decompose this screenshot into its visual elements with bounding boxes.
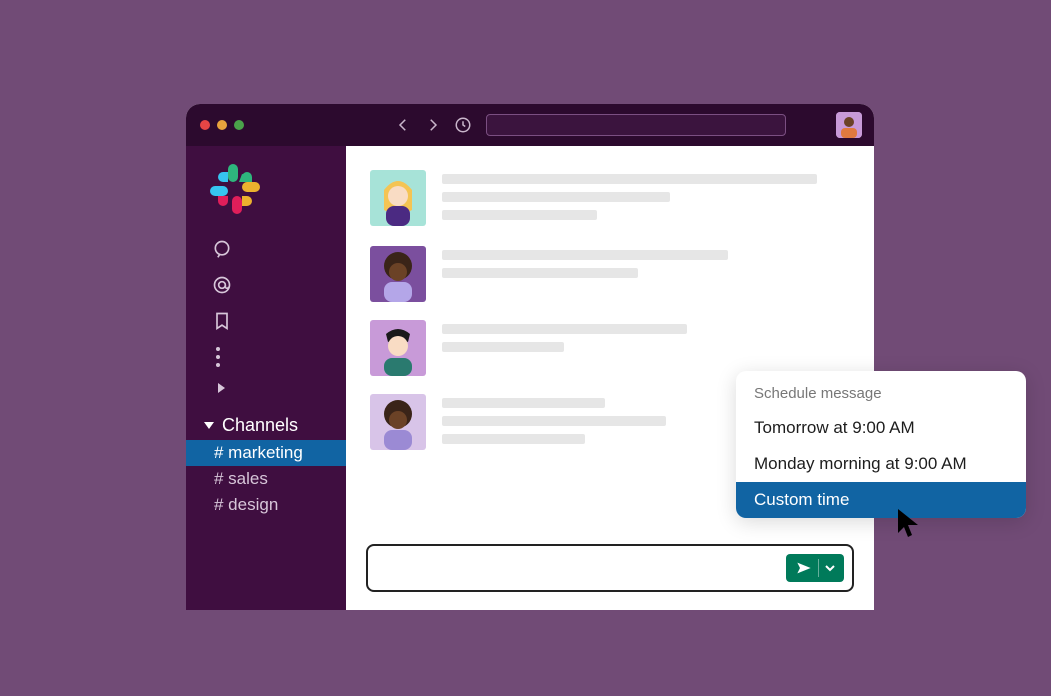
back-icon[interactable] <box>394 116 412 134</box>
schedule-option-tomorrow[interactable]: Tomorrow at 9:00 AM <box>736 410 1026 446</box>
message-item <box>370 246 850 302</box>
avatar[interactable] <box>370 320 426 376</box>
popup-title: Schedule message <box>736 383 1026 410</box>
message-pane: Schedule message Tomorrow at 9:00 AM Mon… <box>346 146 874 610</box>
forward-icon[interactable] <box>424 116 442 134</box>
message-item <box>370 320 850 376</box>
chevron-down-icon[interactable] <box>825 564 835 572</box>
schedule-option-monday[interactable]: Monday morning at 9:00 AM <box>736 446 1026 482</box>
window-controls <box>200 120 244 130</box>
schedule-message-popup: Schedule message Tomorrow at 9:00 AM Mon… <box>736 371 1026 518</box>
section-label: Channels <box>222 415 298 436</box>
message-composer[interactable] <box>366 544 854 592</box>
search-input[interactable] <box>486 114 786 136</box>
history-icon[interactable] <box>454 116 472 134</box>
channels-section-header[interactable]: Channels <box>186 411 346 440</box>
sidebar: Channels # marketing # sales # design <box>186 146 346 610</box>
avatar[interactable] <box>370 246 426 302</box>
app-window: Channels # marketing # sales # design <box>186 104 874 610</box>
threads-icon[interactable] <box>212 239 232 259</box>
channel-design[interactable]: # design <box>186 492 346 518</box>
message-text-placeholder <box>442 170 850 228</box>
avatar[interactable] <box>370 394 426 450</box>
message-text-placeholder <box>442 246 850 302</box>
slack-logo-icon <box>208 162 262 216</box>
message-item <box>370 170 850 228</box>
schedule-option-custom[interactable]: Custom time <box>736 482 1026 518</box>
maximize-window-button[interactable] <box>234 120 244 130</box>
avatar[interactable] <box>370 170 426 226</box>
close-window-button[interactable] <box>200 120 210 130</box>
history-nav <box>394 116 472 134</box>
minimize-window-button[interactable] <box>217 120 227 130</box>
send-button[interactable] <box>786 554 844 582</box>
bookmark-icon[interactable] <box>212 311 232 331</box>
mentions-icon[interactable] <box>212 275 232 295</box>
cursor-icon <box>894 507 926 539</box>
send-icon <box>796 561 812 575</box>
caret-down-icon <box>204 422 214 429</box>
message-text-placeholder <box>442 320 850 376</box>
expand-icon[interactable] <box>218 383 225 393</box>
channel-marketing[interactable]: # marketing <box>186 440 346 466</box>
more-icon[interactable] <box>216 347 346 367</box>
title-bar <box>186 104 874 146</box>
user-avatar[interactable] <box>836 112 862 138</box>
channel-sales[interactable]: # sales <box>186 466 346 492</box>
